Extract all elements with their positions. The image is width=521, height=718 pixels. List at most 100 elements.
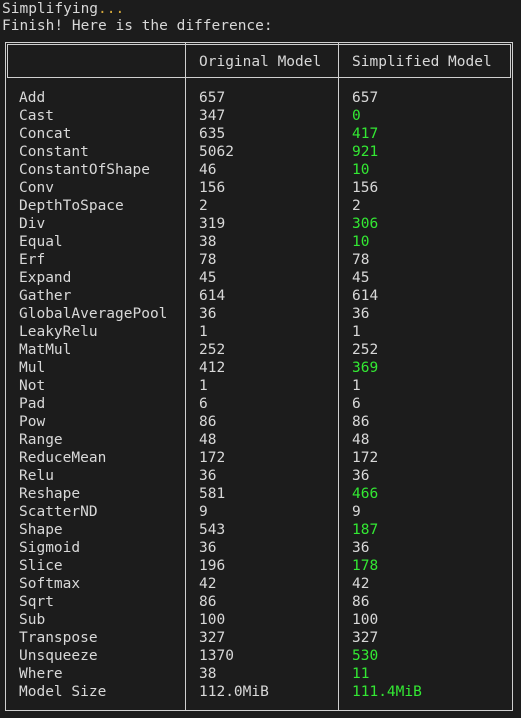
op-name-cell: Mul [19,360,46,376]
op-name-cell: Range [19,432,63,448]
simplified-count-cell: 1 [352,378,361,394]
original-count-cell: 1 [199,324,208,340]
original-count-cell: 1 [199,378,208,394]
original-count-cell: 196 [199,558,226,574]
op-name-cell: Add [19,90,46,106]
status-line-finish: Finish! Here is the difference: [2,18,273,34]
op-name-cell: Erf [19,252,46,268]
op-name-cell: ReduceMean [19,450,107,466]
status-ellipsis: ... [98,1,125,17]
original-count-cell: 86 [199,414,217,430]
original-count-cell: 543 [199,522,226,538]
table-row: Conv 156 156 [0,179,521,197]
simplified-count-cell: 1 [352,324,361,340]
table-row: Add 657 657 [0,89,521,107]
table-row: ReduceMean 172 172 [0,449,521,467]
op-name-cell: Shape [19,522,63,538]
table-row: Erf 78 78 [0,251,521,269]
original-count-cell: 172 [199,450,226,466]
original-count-cell: 2 [199,198,208,214]
simplified-count-cell: 0 [352,108,361,124]
original-count-cell: 614 [199,288,226,304]
op-name-cell: Constant [19,144,89,160]
table-row: Relu 36 36 [0,467,521,485]
op-name-cell: Expand [19,270,72,286]
op-name-cell: Not [19,378,46,394]
op-name-cell: Sub [19,612,46,628]
original-count-cell: 9 [199,504,208,520]
simplified-count-cell: 111.4MiB [352,684,422,700]
op-name-cell: LeakyRelu [19,324,98,340]
original-count-cell: 657 [199,90,226,106]
table-row: MatMul 252 252 [0,341,521,359]
simplified-count-cell: 10 [352,162,370,178]
op-name-cell: Concat [19,126,72,142]
status-line-simplifying: Simplifying... [2,0,124,18]
op-name-cell: Reshape [19,486,81,502]
header-original-model: Original Model [199,54,322,70]
original-count-cell: 581 [199,486,226,502]
op-name-cell: Equal [19,234,63,250]
table-row: DepthToSpace 2 2 [0,197,521,215]
simplified-count-cell: 45 [352,270,370,286]
table-row: Reshape 581 466 [0,485,521,503]
op-name-cell: ConstantOfShape [19,162,150,178]
original-count-cell: 6 [199,396,208,412]
simplified-count-cell: 36 [352,468,370,484]
simplified-count-cell: 187 [352,522,379,538]
simplified-count-cell: 86 [352,414,370,430]
simplified-count-cell: 11 [352,666,370,682]
simplified-count-cell: 466 [352,486,379,502]
original-count-cell: 347 [199,108,226,124]
op-name-cell: Model Size [19,684,107,700]
original-count-cell: 412 [199,360,226,376]
original-count-cell: 86 [199,594,217,610]
op-name-cell: Unsqueeze [19,648,98,664]
original-count-cell: 100 [199,612,226,628]
op-name-cell: Conv [19,180,54,196]
simplified-count-cell: 252 [352,342,379,358]
simplified-count-cell: 657 [352,90,379,106]
original-count-cell: 112.0MiB [199,684,269,700]
simplified-count-cell: 48 [352,432,370,448]
table-row: Slice 196 178 [0,557,521,575]
original-count-cell: 36 [199,468,217,484]
original-count-cell: 38 [199,234,217,250]
op-name-cell: Div [19,216,46,232]
simplified-count-cell: 10 [352,234,370,250]
op-name-cell: ScatterND [19,504,98,520]
op-name-cell: MatMul [19,342,72,358]
table-row: Pow 86 86 [0,413,521,431]
table-row: Model Size 112.0MiB 111.4MiB [0,683,521,701]
original-count-cell: 156 [199,180,226,196]
simplified-count-cell: 306 [352,216,379,232]
simplified-count-cell: 417 [352,126,379,142]
original-count-cell: 635 [199,126,226,142]
header-simplified-model: Simplified Model [352,54,492,70]
op-name-cell: Gather [19,288,72,304]
simplified-count-cell: 78 [352,252,370,268]
op-name-cell: Sigmoid [19,540,81,556]
table-row: LeakyRelu 1 1 [0,323,521,341]
table-row: Concat 635 417 [0,125,521,143]
table-row: Mul 412 369 [0,359,521,377]
original-count-cell: 327 [199,630,226,646]
original-count-cell: 42 [199,576,217,592]
op-name-cell: Where [19,666,63,682]
original-count-cell: 36 [199,540,217,556]
simplified-count-cell: 178 [352,558,379,574]
table-row: Transpose 327 327 [0,629,521,647]
terminal-window: Simplifying... Finish! Here is the diffe… [0,0,521,718]
op-name-cell: Softmax [19,576,81,592]
original-count-cell: 252 [199,342,226,358]
table-row: Shape 543 187 [0,521,521,539]
table-row: GlobalAveragePool 36 36 [0,305,521,323]
table-row: Unsqueeze 1370 530 [0,647,521,665]
original-count-cell: 48 [199,432,217,448]
table-row: Softmax 42 42 [0,575,521,593]
original-count-cell: 45 [199,270,217,286]
simplified-count-cell: 369 [352,360,379,376]
original-count-cell: 46 [199,162,217,178]
table-row: Sub 100 100 [0,611,521,629]
table-row: ScatterND 9 9 [0,503,521,521]
